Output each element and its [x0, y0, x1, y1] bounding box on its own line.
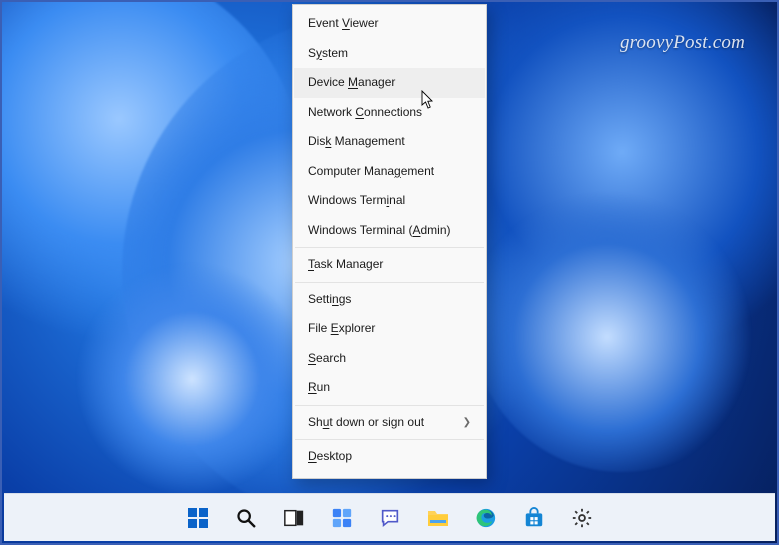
menu-item-label: File Explorer — [308, 314, 375, 344]
start-button[interactable] — [178, 498, 218, 538]
wallpaper-swirl — [62, 262, 322, 522]
chat-icon — [379, 507, 401, 529]
menu-item-search[interactable]: Search — [294, 344, 485, 374]
menu-item-desktop[interactable]: Desktop — [294, 442, 485, 472]
widgets-icon — [331, 507, 353, 529]
menu-item-computer-management[interactable]: Computer Management — [294, 157, 485, 187]
menu-separator — [295, 247, 484, 248]
task-view-icon — [283, 507, 305, 529]
desktop[interactable]: groovyPost.com Event ViewerSystemDevice … — [0, 0, 779, 545]
menu-item-label: Network Connections — [308, 98, 422, 128]
search-icon — [235, 507, 257, 529]
chat-button[interactable] — [370, 498, 410, 538]
menu-item-label: Windows Terminal (Admin) — [308, 216, 451, 246]
winx-context-menu: Event ViewerSystemDevice ManagerNetwork … — [292, 4, 487, 479]
watermark-text: groovyPost.com — [620, 32, 745, 54]
menu-item-disk-management[interactable]: Disk Management — [294, 127, 485, 157]
menu-item-settings[interactable]: Settings — [294, 285, 485, 315]
settings-icon — [571, 507, 593, 529]
store-icon — [523, 507, 545, 529]
menu-item-system[interactable]: System — [294, 39, 485, 69]
wallpaper-swirl — [472, 172, 772, 472]
menu-item-label: Shut down or sign out — [308, 408, 424, 438]
menu-separator — [295, 439, 484, 440]
menu-item-run[interactable]: Run — [294, 373, 485, 403]
file-explorer-button[interactable] — [418, 498, 458, 538]
search-button[interactable] — [226, 498, 266, 538]
menu-item-label: Settings — [308, 285, 351, 315]
edge-icon — [475, 507, 497, 529]
settings-button[interactable] — [562, 498, 602, 538]
menu-item-network-connections[interactable]: Network Connections — [294, 98, 485, 128]
task-view-button[interactable] — [274, 498, 314, 538]
menu-item-label: Computer Management — [308, 157, 434, 187]
menu-item-label: Run — [308, 373, 330, 403]
menu-item-label: System — [308, 39, 348, 69]
start-icon — [186, 506, 210, 530]
menu-item-windows-terminal-admin[interactable]: Windows Terminal (Admin) — [294, 216, 485, 246]
menu-item-shut-down-or-sign-out[interactable]: Shut down or sign out ❯ — [294, 408, 485, 438]
menu-separator — [295, 405, 484, 406]
menu-item-label: Search — [308, 344, 346, 374]
taskbar — [4, 493, 775, 541]
edge-button[interactable] — [466, 498, 506, 538]
menu-item-device-manager[interactable]: Device Manager — [294, 68, 485, 98]
menu-item-windows-terminal[interactable]: Windows Terminal — [294, 186, 485, 216]
file-explorer-icon — [426, 507, 450, 529]
menu-item-label: Desktop — [308, 442, 352, 472]
chevron-right-icon: ❯ — [463, 408, 471, 438]
menu-item-task-manager[interactable]: Task Manager — [294, 250, 485, 280]
store-button[interactable] — [514, 498, 554, 538]
menu-item-label: Event Viewer — [308, 9, 379, 39]
menu-item-label: Device Manager — [308, 68, 395, 98]
menu-item-label: Disk Management — [308, 127, 405, 157]
widgets-button[interactable] — [322, 498, 362, 538]
taskbar-items — [178, 498, 602, 538]
menu-item-file-explorer[interactable]: File Explorer — [294, 314, 485, 344]
menu-item-label: Windows Terminal — [308, 186, 405, 216]
menu-item-event-viewer[interactable]: Event Viewer — [294, 9, 485, 39]
menu-separator — [295, 282, 484, 283]
menu-item-label: Task Manager — [308, 250, 383, 280]
